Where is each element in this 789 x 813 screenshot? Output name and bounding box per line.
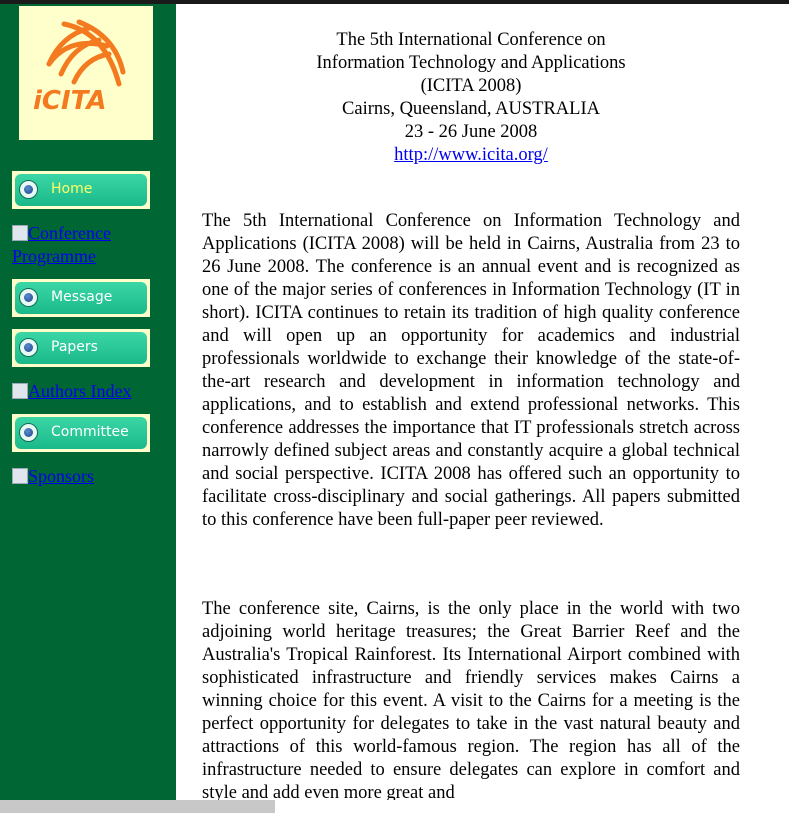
header-location: Cairns, Queensland, AUSTRALIA: [342, 99, 600, 119]
broken-image-icon: [12, 225, 28, 241]
nav-link-authors-index[interactable]: Authors Index: [12, 380, 172, 403]
bullet-icon: [19, 288, 38, 307]
bullet-icon: [19, 180, 38, 199]
nav-link-label: Authors Index: [28, 381, 132, 401]
horizontal-scrollbar-track[interactable]: [275, 800, 789, 813]
nav-button-home[interactable]: Home: [12, 171, 150, 209]
horizontal-scrollbar-thumb[interactable]: [0, 800, 275, 813]
conference-url-link[interactable]: http://www.icita.org/: [394, 145, 548, 165]
intro-paragraph: The 5th International Conference on Info…: [202, 211, 740, 530]
bullet-icon: [19, 423, 38, 442]
header-line: The 5th International Conference on: [336, 30, 606, 50]
nav-link-conference-programme[interactable]: Conference Programme: [12, 222, 172, 268]
nav-button-message[interactable]: Message: [12, 279, 150, 317]
conference-header: The 5th International Conference on Info…: [176, 29, 766, 167]
icita-logo: iCITA: [19, 6, 153, 140]
header-dates: 23 - 26 June 2008: [404, 122, 538, 142]
nav-button-label: Committee: [51, 424, 129, 440]
nav-button-label: Message: [51, 289, 113, 305]
nav-link-sponsors[interactable]: Sponsors: [12, 465, 172, 488]
broken-image-icon: [12, 468, 28, 484]
header-line: Information Technology and Applications: [316, 53, 626, 73]
logo-arcs-icon: iCITA: [33, 19, 126, 116]
bullet-icon: [19, 338, 38, 357]
header-line: (ICITA 2008): [420, 76, 522, 96]
venue-paragraph: The conference site, Cairns, is the only…: [202, 599, 740, 803]
nav-link-label: Sponsors: [28, 466, 95, 486]
nav-button-committee[interactable]: Committee: [12, 414, 150, 452]
logo-text: iCITA: [33, 86, 107, 116]
broken-image-icon: [12, 383, 28, 399]
nav-button-papers[interactable]: Papers: [12, 329, 150, 367]
nav-button-label: Home: [51, 181, 93, 197]
nav-button-label: Papers: [51, 339, 98, 355]
